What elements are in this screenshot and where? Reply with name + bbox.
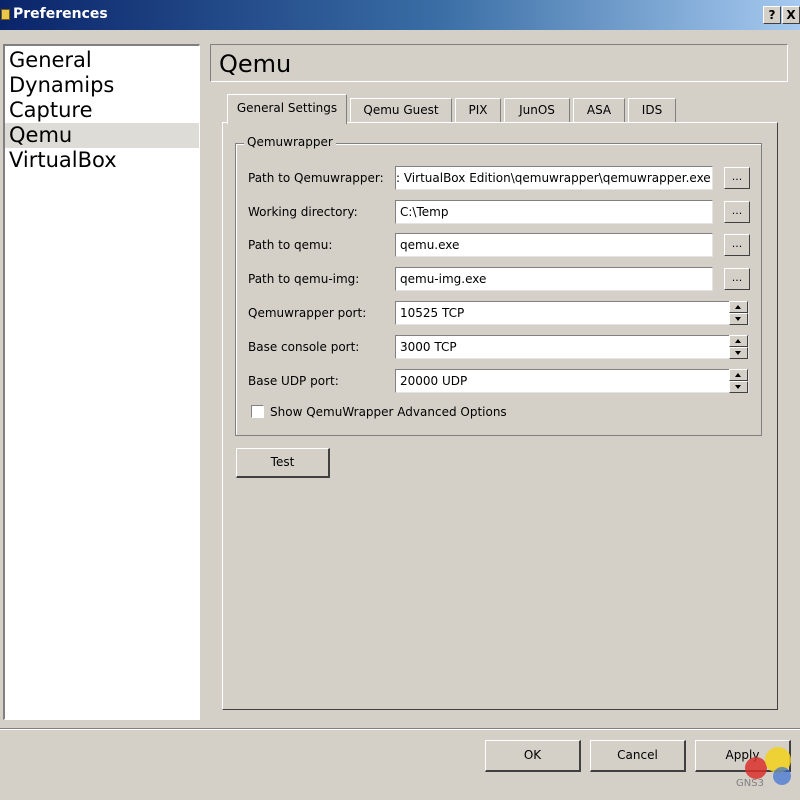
qemuwrapper-path-input[interactable]: : VirtualBox Edition\qemuwrapper\qemuwra…	[395, 166, 713, 190]
spin-up-button[interactable]	[729, 301, 748, 313]
qemu-img-path-browse-button[interactable]: ...	[724, 268, 750, 290]
base-udp-port-spinbox[interactable]: 20000 UDP	[395, 369, 749, 393]
base-console-port-label: Base console port:	[248, 340, 360, 354]
arrow-down-icon	[735, 385, 741, 389]
footer-separator	[0, 728, 800, 730]
category-item-capture[interactable]: Capture	[5, 98, 199, 123]
tab-qemu-guest[interactable]: Qemu Guest	[350, 98, 452, 122]
advanced-options-checkbox[interactable]	[251, 405, 264, 418]
close-button[interactable]: X	[782, 6, 800, 24]
tab-general-settings[interactable]: General Settings	[227, 94, 347, 124]
qemuwrapper-path-label: Path to Qemuwrapper:	[248, 171, 384, 185]
page-title: Qemu	[219, 50, 292, 78]
working-directory-label: Working directory:	[248, 205, 358, 219]
title-bar: Preferences ? X	[0, 0, 800, 30]
qemuwrapper-port-spinbox[interactable]: 10525 TCP	[395, 301, 749, 325]
qemuwrapper-port-spinner[interactable]	[729, 301, 748, 325]
qemuwrapper-port-label: Qemuwrapper port:	[248, 306, 367, 320]
category-item-virtualbox[interactable]: VirtualBox	[5, 148, 199, 173]
help-button[interactable]: ?	[763, 6, 781, 24]
gns3-logo-text: GNS3	[736, 778, 764, 789]
test-button[interactable]: Test	[236, 448, 330, 478]
arrow-up-icon	[735, 339, 741, 343]
groupbox-title: Qemuwrapper	[244, 135, 336, 149]
tab-asa[interactable]: ASA	[573, 98, 625, 122]
tab-junos[interactable]: JunOS	[504, 98, 570, 122]
advanced-options-label[interactable]: Show QemuWrapper Advanced Options	[270, 405, 507, 419]
qemu-img-path-label: Path to qemu-img:	[248, 272, 360, 286]
category-item-general[interactable]: General	[5, 48, 199, 73]
category-item-dynamips[interactable]: Dynamips	[5, 73, 199, 98]
base-console-port-spinner[interactable]	[729, 335, 748, 359]
qemu-path-label: Path to qemu:	[248, 238, 333, 252]
spin-up-button[interactable]	[729, 369, 748, 381]
tab-pix[interactable]: PIX	[455, 98, 501, 122]
base-console-port-spinbox[interactable]: 3000 TCP	[395, 335, 749, 359]
tab-ids[interactable]: IDS	[628, 98, 676, 122]
window-title: Preferences	[13, 6, 108, 22]
arrow-down-icon	[735, 351, 741, 355]
spin-down-button[interactable]	[729, 347, 748, 359]
arrow-down-icon	[735, 317, 741, 321]
qemu-path-browse-button[interactable]: ...	[724, 234, 750, 256]
spin-down-button[interactable]	[729, 381, 748, 393]
cancel-button[interactable]: Cancel	[590, 740, 686, 772]
qemu-path-input[interactable]: qemu.exe	[395, 233, 713, 257]
base-udp-port-label: Base UDP port:	[248, 374, 339, 388]
qemu-img-path-input[interactable]: qemu-img.exe	[395, 267, 713, 291]
qemuwrapper-path-browse-button[interactable]: ...	[724, 167, 750, 189]
spin-down-button[interactable]	[729, 313, 748, 325]
ok-button[interactable]: OK	[485, 740, 581, 772]
working-directory-browse-button[interactable]: ...	[724, 201, 750, 223]
arrow-up-icon	[735, 305, 741, 309]
category-item-qemu[interactable]: Qemu	[5, 123, 199, 148]
spin-up-button[interactable]	[729, 335, 748, 347]
app-icon	[1, 9, 10, 20]
section-header: Qemu	[210, 44, 788, 82]
base-udp-port-spinner[interactable]	[729, 369, 748, 393]
working-directory-input[interactable]: C:\Temp	[395, 200, 713, 224]
arrow-up-icon	[735, 373, 741, 377]
category-list[interactable]: General Dynamips Capture Qemu VirtualBox	[3, 44, 200, 720]
